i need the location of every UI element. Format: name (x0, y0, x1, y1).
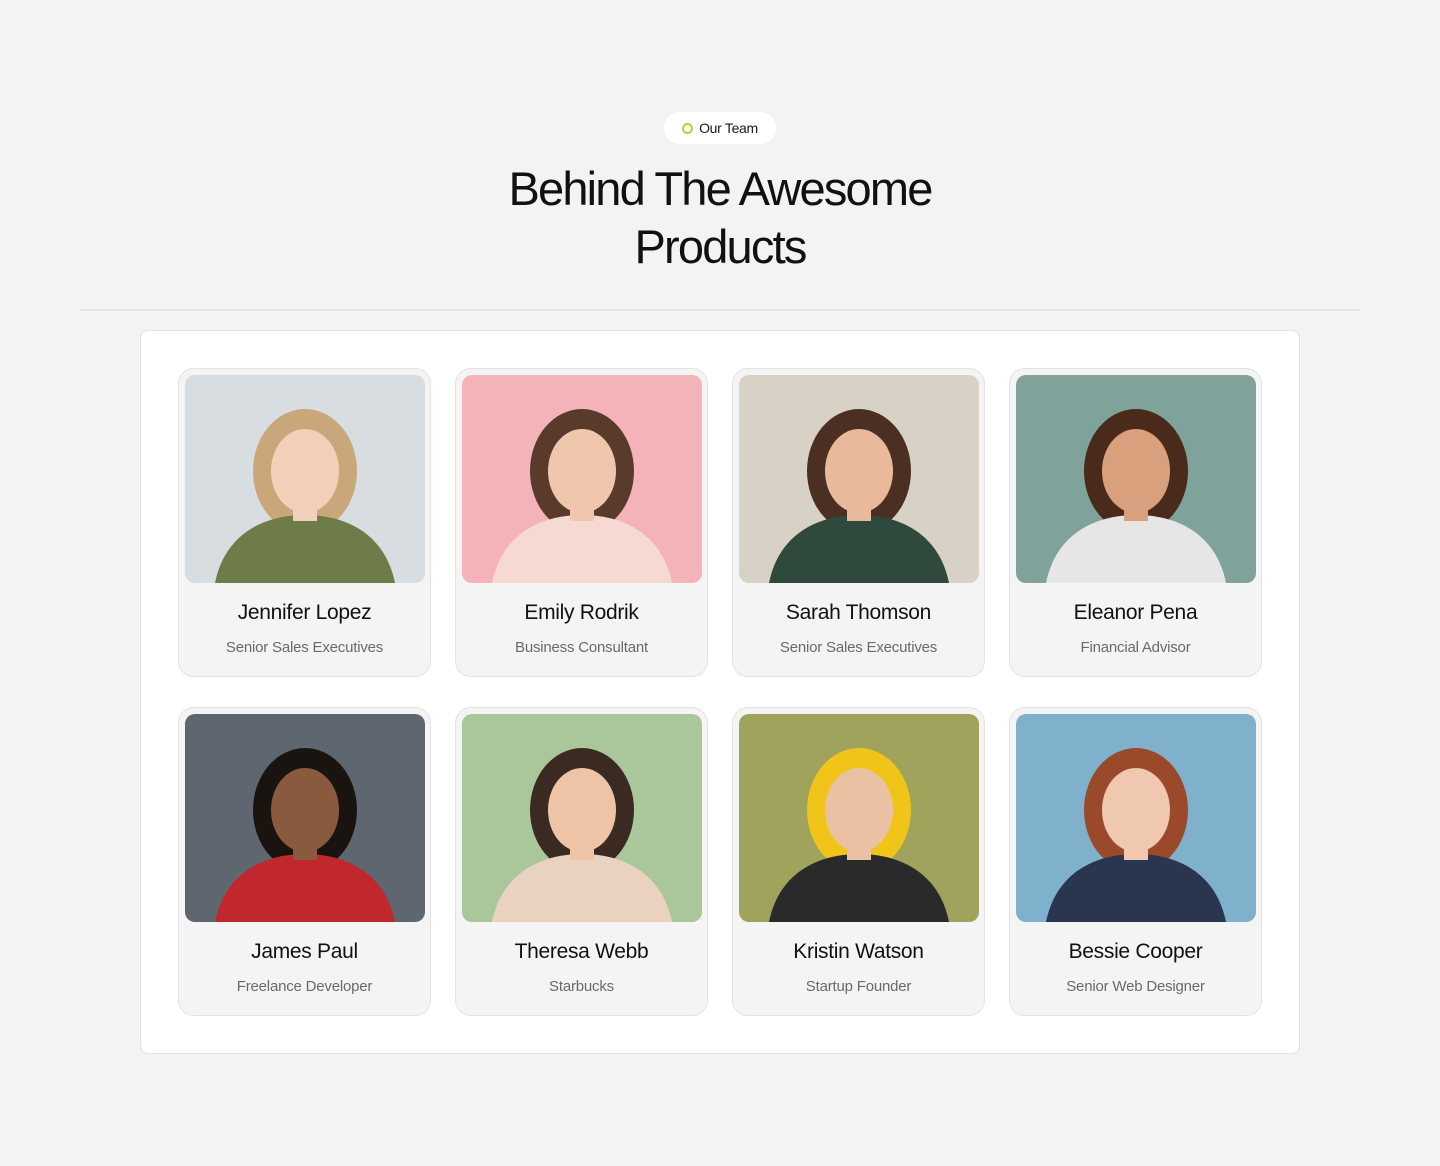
member-role: Senior Sales Executives (225, 639, 384, 656)
face-shape (548, 768, 616, 852)
title-line-2: Products (634, 220, 807, 273)
face-shape (1102, 768, 1170, 852)
portrait-image (739, 714, 979, 922)
member-photo (185, 714, 425, 922)
member-role: Business Consultant (515, 639, 648, 656)
team-card[interactable]: Sarah Thomson Senior Sales Executives (732, 368, 985, 677)
section-divider (80, 309, 1360, 311)
team-card[interactable]: Eleanor Pena Financial Advisor (1009, 368, 1262, 677)
title-line-1: Behind The Awesome (508, 162, 933, 215)
face-shape (271, 429, 339, 513)
team-card[interactable]: Jennifer Lopez Senior Sales Executives (178, 368, 431, 677)
member-name: Emily Rodrik (524, 601, 639, 624)
team-card[interactable]: Emily Rodrik Business Consultant (455, 368, 708, 677)
member-name: James Paul (251, 940, 358, 963)
face-shape (1102, 429, 1170, 513)
portrait-image (1016, 714, 1256, 922)
portrait-image (462, 375, 702, 583)
member-role: Starbucks (549, 978, 614, 995)
member-name: Bessie Cooper (1068, 940, 1203, 963)
member-role: Freelance Developer (236, 978, 373, 995)
team-card[interactable]: James Paul Freelance Developer (178, 707, 431, 1016)
member-photo (739, 375, 979, 583)
ring-dot-icon (682, 122, 694, 134)
our-team-section: Our Team Behind The Awesome Products Jen… (0, 0, 1440, 1166)
face-shape (548, 429, 616, 513)
team-card[interactable]: Kristin Watson Startup Founder (732, 707, 985, 1016)
member-role: Senior Web Designer (1066, 978, 1205, 995)
portrait-image (185, 375, 425, 583)
member-name: Sarah Thomson (785, 601, 932, 624)
portrait-image (1016, 375, 1256, 583)
portrait-image (462, 714, 702, 922)
team-grid-panel: Jennifer Lopez Senior Sales Executives E… (140, 330, 1300, 1054)
team-card[interactable]: Bessie Cooper Senior Web Designer (1009, 707, 1262, 1016)
member-photo (462, 714, 702, 922)
member-name: Jennifer Lopez (237, 601, 372, 624)
member-role: Senior Sales Executives (779, 639, 938, 656)
member-role: Financial Advisor (1080, 639, 1191, 656)
member-name: Theresa Webb (514, 940, 649, 963)
member-photo (739, 714, 979, 922)
team-card[interactable]: Theresa Webb Starbucks (455, 707, 708, 1016)
member-photo (1016, 714, 1256, 922)
section-badge: Our Team (664, 112, 776, 144)
section-title: Behind The Awesome Products (420, 160, 1020, 276)
face-shape (271, 768, 339, 852)
member-name: Kristin Watson (793, 940, 924, 963)
member-role: Startup Founder (805, 978, 912, 995)
portrait-image (185, 714, 425, 922)
face-shape (825, 768, 893, 852)
member-name: Eleanor Pena (1073, 601, 1198, 624)
face-shape (825, 429, 893, 513)
portrait-image (739, 375, 979, 583)
member-photo (185, 375, 425, 583)
badge-label: Our Team (699, 120, 758, 136)
member-photo (462, 375, 702, 583)
member-photo (1016, 375, 1256, 583)
